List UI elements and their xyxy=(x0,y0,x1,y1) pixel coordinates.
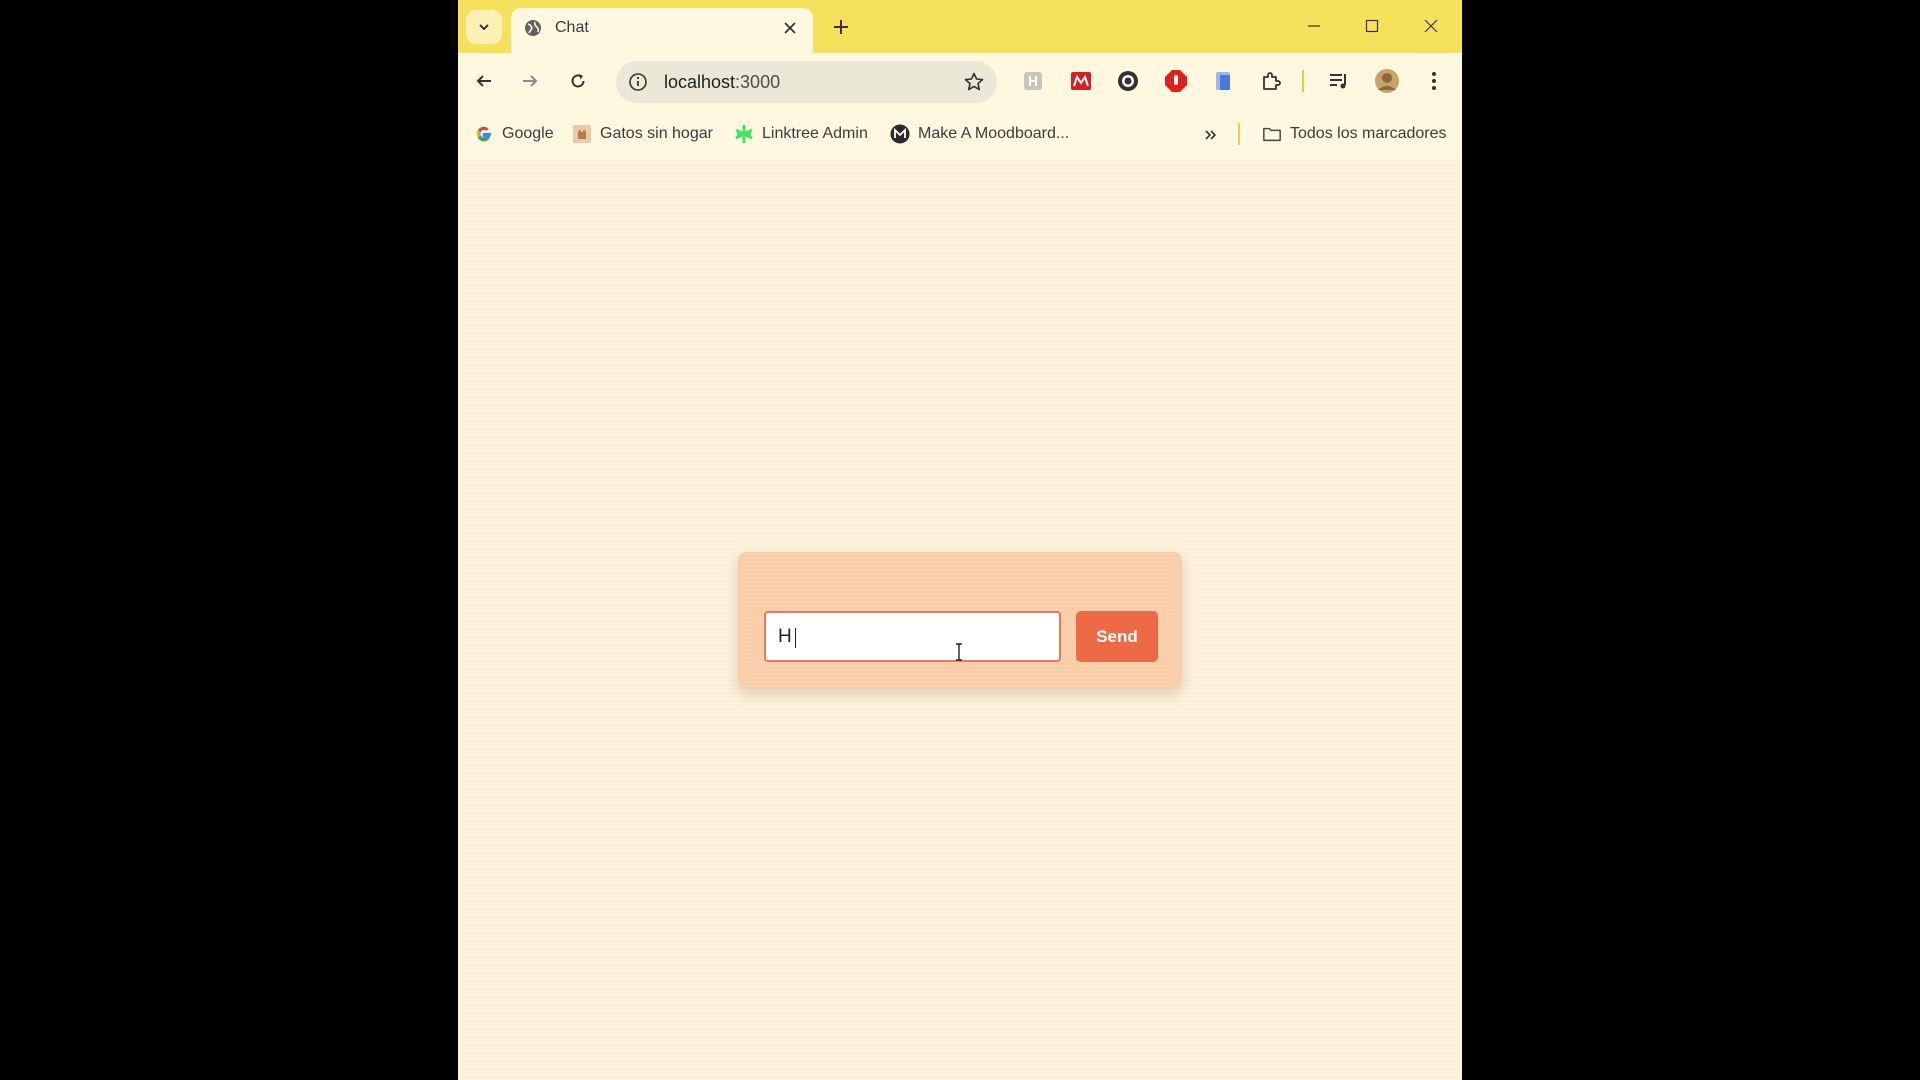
new-tab-button[interactable] xyxy=(826,12,856,42)
title-bar: Chat xyxy=(458,0,1462,53)
bookmark-label: Google xyxy=(502,125,554,142)
tab-chat[interactable]: Chat xyxy=(511,8,813,53)
more-vertical-icon xyxy=(1432,72,1436,90)
avatar xyxy=(1375,69,1399,93)
bookmark-make-a-moodboard[interactable]: Make A Moodboard... xyxy=(890,121,1069,147)
extension-blue-button[interactable] xyxy=(1210,68,1236,94)
bookmarks-bar: Google Gatos sin hogar Linktree Admin Ma… xyxy=(458,111,1462,159)
url-port: :3000 xyxy=(735,72,781,92)
chat-form: Send xyxy=(738,552,1182,688)
text-cursor-icon xyxy=(956,643,962,661)
info-icon[interactable] xyxy=(628,72,648,92)
reload-button[interactable] xyxy=(561,64,595,98)
extension-dark-icon xyxy=(1118,71,1138,91)
google-icon xyxy=(476,126,491,142)
extension-grey-icon xyxy=(1024,72,1042,90)
address-bar[interactable]: localhost:3000 xyxy=(616,61,997,103)
all-bookmarks-label: Todos los marcadores xyxy=(1290,125,1447,142)
profile-avatar-button[interactable] xyxy=(1374,68,1400,94)
moodboard-icon xyxy=(890,124,910,144)
extension-dark-button[interactable] xyxy=(1115,68,1141,94)
adblock-button[interactable] xyxy=(1163,68,1189,94)
close-window-button[interactable] xyxy=(1411,8,1451,44)
all-bookmarks-button[interactable]: Todos los marcadores xyxy=(1262,121,1447,147)
text-caret xyxy=(795,628,796,648)
forward-button[interactable] xyxy=(513,64,547,98)
globe-icon xyxy=(525,20,541,36)
reload-icon xyxy=(571,74,585,88)
puzzle-icon xyxy=(1263,72,1281,90)
arrow-right-icon xyxy=(523,75,538,87)
url-host: localhost xyxy=(664,72,736,92)
bookmark-label: Make A Moodboard... xyxy=(918,125,1070,142)
toolbar-divider xyxy=(1302,70,1304,92)
send-button[interactable]: Send xyxy=(1076,611,1158,662)
minimize-icon xyxy=(1308,25,1320,27)
bookmark-google[interactable]: Google xyxy=(474,121,554,147)
plus-icon xyxy=(834,20,848,34)
toolbar: localhost:3000 xyxy=(458,53,1462,111)
double-chevron-right-icon xyxy=(1205,130,1217,140)
message-input[interactable] xyxy=(764,611,1061,662)
extension-red-button[interactable] xyxy=(1068,68,1094,94)
back-button[interactable] xyxy=(467,64,501,98)
browser-window: Chat localhost:3000 Google Gatos sin hog… xyxy=(458,0,1462,1080)
tab-title: Chat xyxy=(555,19,589,36)
minimize-button[interactable] xyxy=(1294,8,1334,44)
extension-red-icon xyxy=(1071,72,1091,90)
url-text: localhost:3000 xyxy=(664,72,780,93)
folder-icon xyxy=(1263,127,1281,142)
bookmark-linktree-admin[interactable]: Linktree Admin xyxy=(734,121,868,147)
bookmark-label: Gatos sin hogar xyxy=(600,125,713,142)
close-icon xyxy=(784,22,796,34)
browser-menu-button[interactable] xyxy=(1421,68,1447,94)
bookmarks-divider xyxy=(1238,123,1240,145)
cat-icon xyxy=(573,125,591,143)
tab-close-button[interactable] xyxy=(781,19,799,37)
media-controls-button[interactable] xyxy=(1326,68,1352,94)
maximize-icon xyxy=(1365,19,1379,33)
arrow-left-icon xyxy=(476,75,491,87)
close-icon xyxy=(1424,19,1438,33)
chevron-down-icon xyxy=(479,24,489,31)
tab-search-button[interactable] xyxy=(466,10,502,44)
bookmark-label: Linktree Admin xyxy=(762,125,868,142)
bookmark-gatos-sin-hogar[interactable]: Gatos sin hogar xyxy=(572,121,713,147)
linktree-icon xyxy=(735,125,753,143)
page-content: Send xyxy=(458,159,1462,1080)
extension-blue-icon xyxy=(1216,72,1230,90)
extension-grey-button[interactable] xyxy=(1020,68,1046,94)
stop-hand-icon xyxy=(1165,70,1187,92)
playlist-icon xyxy=(1330,74,1346,89)
star-icon[interactable] xyxy=(963,71,985,93)
more-bookmarks-button[interactable] xyxy=(1198,123,1224,147)
extensions-menu-button[interactable] xyxy=(1258,68,1284,94)
maximize-button[interactable] xyxy=(1352,8,1392,44)
